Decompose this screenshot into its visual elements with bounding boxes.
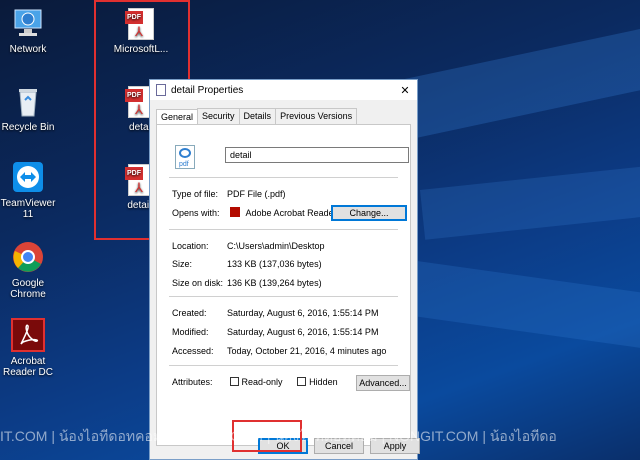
filename-input[interactable]: detail xyxy=(225,147,409,163)
change-button[interactable]: Change... xyxy=(331,205,407,221)
general-panel: pdf detail Type of file: PDF File (.pdf) … xyxy=(156,124,411,446)
desktop-icon-network[interactable]: Network xyxy=(0,6,59,55)
attributes-row: Attributes: Read-only Hidden xyxy=(172,377,338,387)
acrobat-icon xyxy=(11,318,45,352)
watermark-text: IT.COM | น้องไอทีดอทคอม | NONGIT.COM | น… xyxy=(0,428,557,444)
dialog-titlebar: detail Properties ✕ xyxy=(150,80,417,100)
wallpaper-beam xyxy=(402,260,640,350)
tab-strip: General Security Details Previous Versio… xyxy=(150,100,417,125)
dialog-title: detail Properties xyxy=(171,84,244,96)
size-on-disk-row: Size on disk: 136 KB (139,264 bytes) xyxy=(172,278,322,288)
desktop-icon-label: Network xyxy=(9,44,47,55)
hidden-checkbox[interactable] xyxy=(297,377,307,386)
readonly-checkbox[interactable] xyxy=(229,377,239,386)
document-icon xyxy=(156,84,166,96)
advanced-button[interactable]: Advanced... xyxy=(356,375,410,391)
properties-dialog: detail Properties ✕ General Security Det… xyxy=(149,79,420,460)
opens-row: Opens with: Adobe Acrobat Reader xyxy=(172,207,337,218)
divider xyxy=(169,296,398,297)
location-row: Location: C:\Users\admin\Desktop xyxy=(172,241,325,251)
network-icon xyxy=(11,6,45,40)
desktop-icon-label: Google Chrome xyxy=(10,278,46,300)
created-row: Created: Saturday, August 6, 2016, 1:55:1… xyxy=(172,308,379,318)
teamviewer-icon xyxy=(11,160,45,194)
modified-row: Modified: Saturday, August 6, 2016, 1:55:… xyxy=(172,327,379,337)
close-button[interactable]: ✕ xyxy=(393,84,417,97)
desktop-icon-label: Acrobat Reader DC xyxy=(2,356,54,378)
divider xyxy=(169,365,398,366)
tab-general[interactable]: General xyxy=(156,109,199,125)
wallpaper-beam xyxy=(420,164,640,240)
desktop-icon-label: TeamViewer 11 xyxy=(0,198,56,220)
accessed-row: Accessed: Today, October 21, 2016, 4 minu… xyxy=(172,346,387,356)
recycle-bin-icon xyxy=(11,84,45,118)
tab-previous-versions[interactable]: Previous Versions xyxy=(275,108,358,124)
desktop-icon-label: Recycle Bin xyxy=(1,122,55,133)
divider xyxy=(169,177,398,178)
desktop-icon-recycle-bin[interactable]: Recycle Bin xyxy=(0,84,59,133)
chrome-icon xyxy=(11,240,45,274)
desktop-icon-teamviewer[interactable]: TeamViewer 11 xyxy=(0,160,59,220)
desktop-icon-acrobat[interactable]: Acrobat Reader DC xyxy=(0,318,59,378)
acrobat-icon xyxy=(229,207,240,217)
desktop-icon-chrome[interactable]: Google Chrome xyxy=(0,240,59,300)
size-row: Size: 133 KB (137,036 bytes) xyxy=(172,259,322,269)
pdf-document-icon: pdf xyxy=(175,145,195,169)
tab-security[interactable]: Security xyxy=(197,108,240,124)
divider xyxy=(169,229,398,230)
tab-details[interactable]: Details xyxy=(238,108,277,124)
wallpaper-beam xyxy=(400,25,640,139)
type-row: Type of file: PDF File (.pdf) xyxy=(172,189,286,199)
